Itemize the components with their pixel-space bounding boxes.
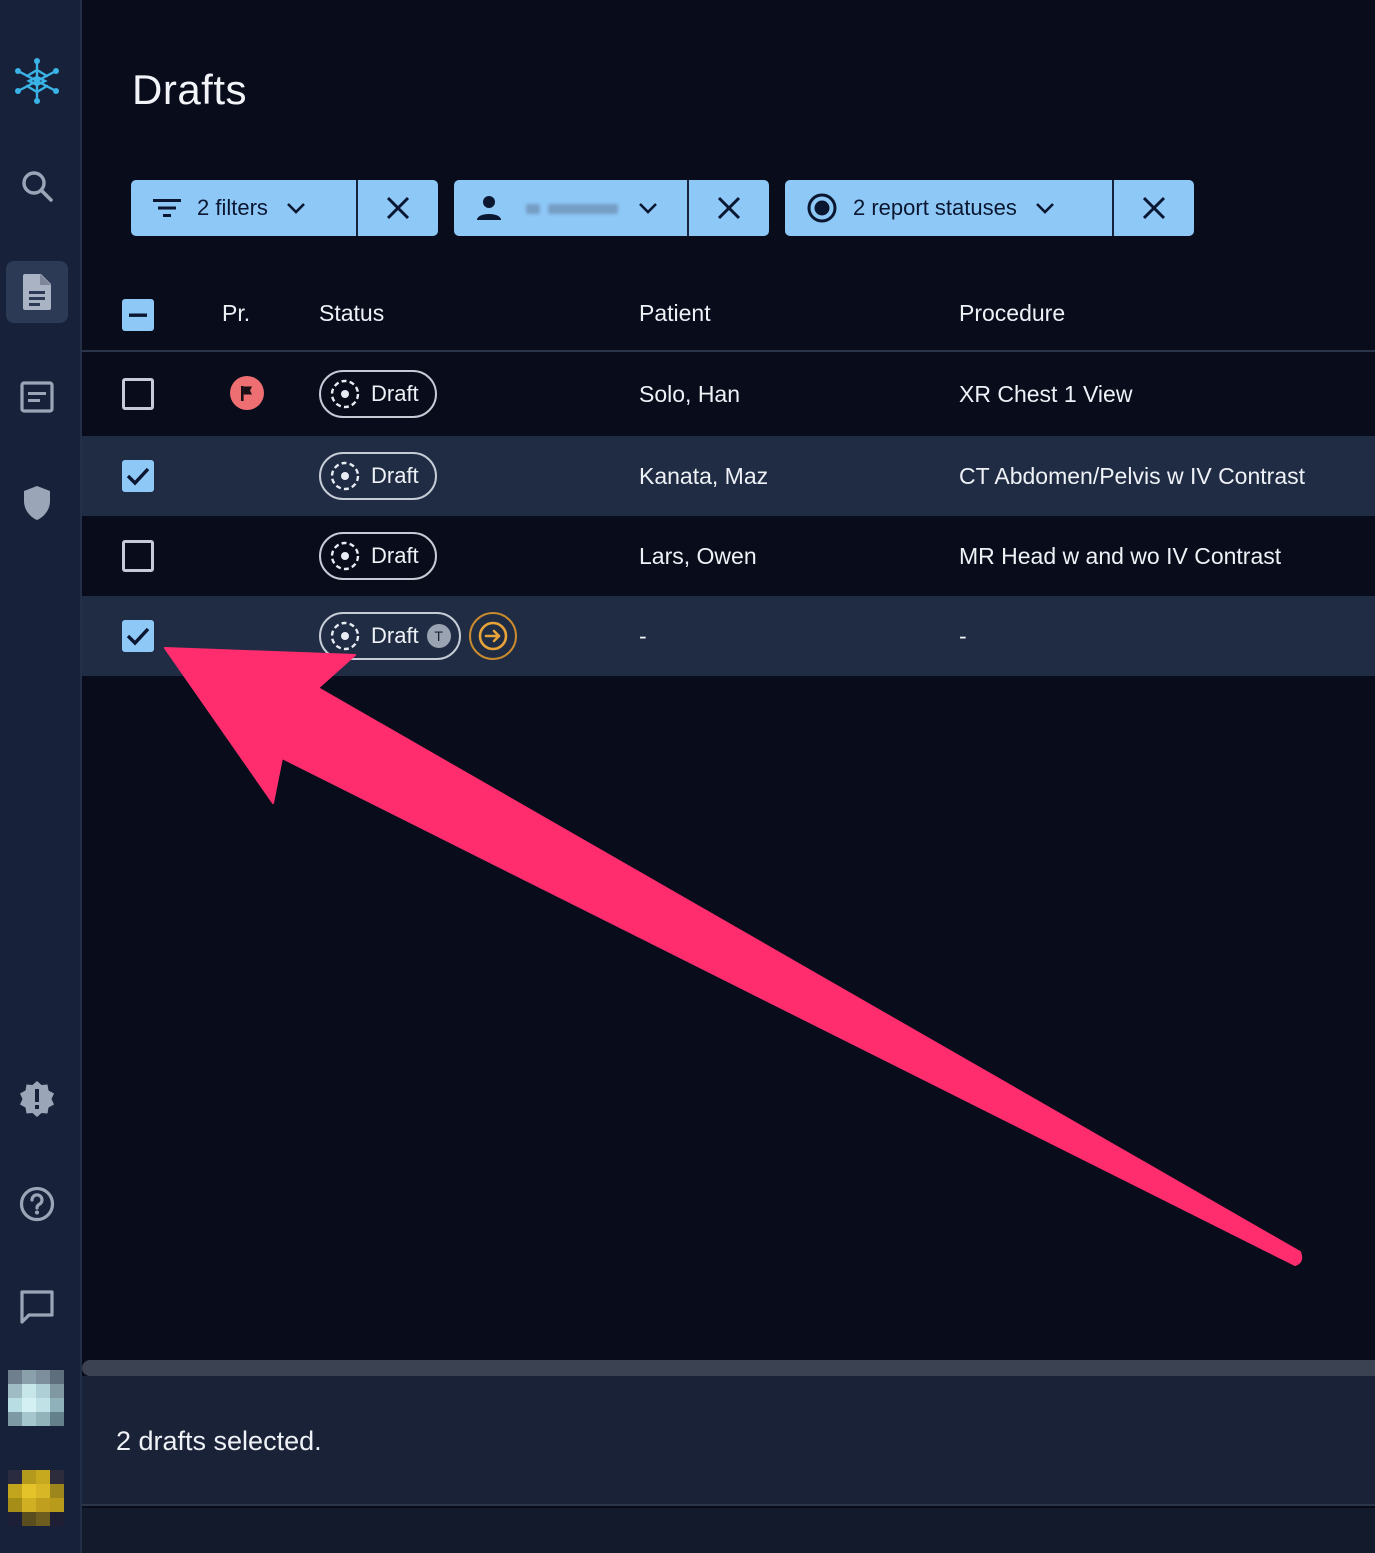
horizontal-scrollbar[interactable] <box>82 1360 1375 1376</box>
table-row[interactable]: Draft Lars, Owen MR Head w and wo IV Con… <box>82 516 1375 596</box>
status-pill[interactable]: Draft <box>319 532 437 580</box>
patient-name: Solo, Han <box>639 380 741 407</box>
status-text: Draft <box>371 381 419 406</box>
patient-name: Kanata, Maz <box>639 462 769 489</box>
close-icon <box>717 196 741 220</box>
table-row[interactable]: Draft T - - <box>82 596 1375 676</box>
close-icon <box>386 196 410 220</box>
procedure-name: - <box>959 622 967 649</box>
page-title: Drafts <box>132 66 248 113</box>
clear-filters-button[interactable] <box>358 180 438 236</box>
procedure-name: MR Head w and wo IV Contrast <box>959 542 1282 569</box>
procedure-name: XR Chest 1 View <box>959 380 1133 407</box>
table-header: Pr. Status Patient Procedure <box>82 278 1375 352</box>
status-text: Draft <box>371 623 419 648</box>
search-icon[interactable] <box>6 155 68 217</box>
table-row[interactable]: Draft Solo, Han XR Chest 1 View <box>82 354 1375 434</box>
draft-status-icon <box>330 541 360 571</box>
close-icon <box>1142 196 1166 220</box>
column-header-patient[interactable]: Patient <box>639 300 711 327</box>
row-checkbox[interactable] <box>122 460 154 492</box>
status-text: Draft <box>371 463 419 488</box>
procedure-name: CT Abdomen/Pelvis w IV Contrast <box>959 462 1305 489</box>
status-pill[interactable]: Draft <box>319 452 437 500</box>
form-icon[interactable] <box>6 366 68 428</box>
filters-dropdown[interactable]: 2 filters <box>131 180 358 236</box>
status-pill[interactable]: Draft T <box>319 612 461 660</box>
status-label: 2 report statuses <box>853 195 1017 220</box>
clear-status-button[interactable] <box>1114 180 1194 236</box>
chevron-down-icon <box>287 203 305 214</box>
help-circle-icon[interactable] <box>6 1173 68 1235</box>
template-badge: T <box>426 624 451 648</box>
user-dropdown[interactable] <box>454 180 689 236</box>
shield-icon[interactable] <box>6 472 68 534</box>
user-chip <box>454 180 769 236</box>
assign-arrow-icon[interactable] <box>468 612 517 660</box>
chat-icon[interactable] <box>6 1276 68 1338</box>
patient-name: Lars, Owen <box>639 542 757 569</box>
column-header-status[interactable]: Status <box>319 300 384 327</box>
sidebar <box>0 0 82 1553</box>
document-icon[interactable] <box>6 261 68 323</box>
row-checkbox[interactable] <box>122 620 154 652</box>
selection-count-text: 2 drafts selected. <box>116 1426 322 1456</box>
person-icon <box>477 196 501 220</box>
column-header-priority[interactable]: Pr. <box>222 300 250 327</box>
bottom-strip <box>82 1508 1375 1553</box>
network-logo-icon[interactable] <box>6 50 68 112</box>
priority-flag-icon <box>230 376 264 410</box>
patient-name: - <box>639 622 647 649</box>
filters-chip: 2 filters <box>131 180 438 236</box>
column-header-procedure[interactable]: Procedure <box>959 300 1065 327</box>
selection-footer: 2 drafts selected. <box>82 1376 1375 1506</box>
user-avatar[interactable] <box>8 1470 64 1526</box>
draft-status-icon <box>330 461 360 491</box>
status-dropdown[interactable]: 2 report statuses <box>785 180 1114 236</box>
table-row[interactable]: Draft Kanata, Maz CT Abdomen/Pelvis w IV… <box>82 436 1375 516</box>
status-text: Draft <box>371 543 419 568</box>
org-avatar[interactable] <box>8 1370 64 1426</box>
row-checkbox[interactable] <box>122 378 154 410</box>
radio-icon <box>807 193 837 223</box>
status-chip: 2 report statuses <box>785 180 1194 236</box>
chevron-down-icon <box>639 203 657 214</box>
clear-user-button[interactable] <box>689 180 769 236</box>
row-checkbox[interactable] <box>122 540 154 572</box>
chevron-down-icon <box>1035 203 1054 214</box>
filters-label: 2 filters <box>197 195 268 220</box>
select-all-checkbox[interactable] <box>122 299 154 331</box>
status-pill[interactable]: Draft <box>319 370 437 418</box>
alert-badge-icon[interactable] <box>6 1068 68 1130</box>
filter-lines-icon <box>153 199 181 217</box>
redacted-name <box>526 197 618 219</box>
draft-status-icon <box>330 621 360 651</box>
draft-status-icon <box>330 379 360 409</box>
